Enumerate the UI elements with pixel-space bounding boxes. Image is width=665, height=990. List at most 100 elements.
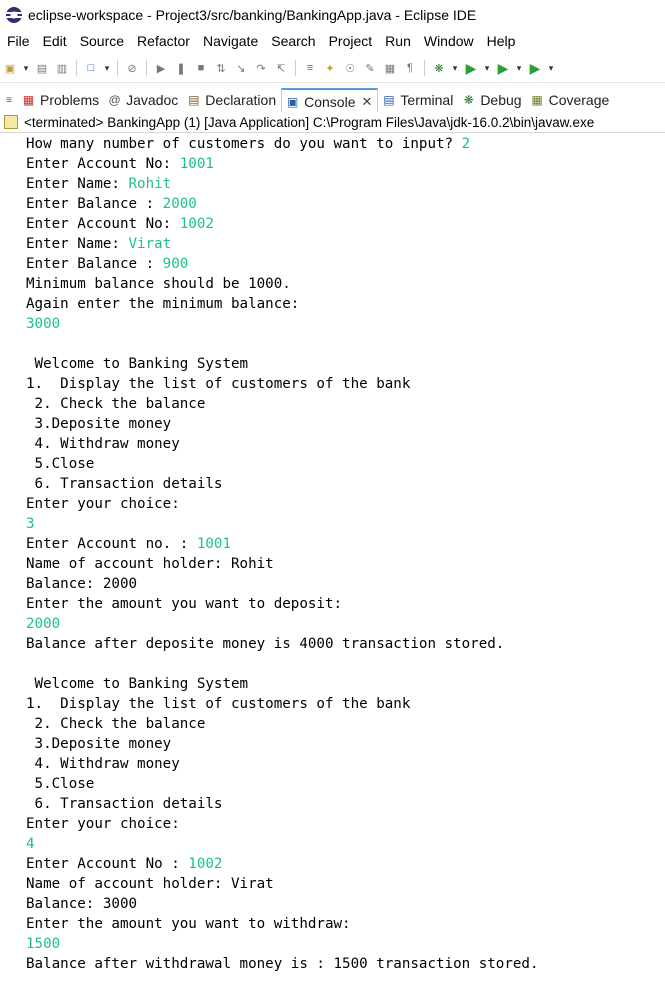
toolbar-separator bbox=[76, 60, 77, 76]
coverage-run-icon[interactable]: ▶ bbox=[495, 60, 511, 76]
console-line: Balance: 3000 bbox=[26, 894, 665, 914]
menu-help[interactable]: Help bbox=[480, 33, 522, 49]
console-input-text: Rohit bbox=[128, 176, 172, 192]
search-icon[interactable]: ☉ bbox=[342, 60, 358, 76]
console-output-text: 6. Transaction details bbox=[26, 796, 223, 812]
terminal-icon: ▤ bbox=[383, 93, 395, 107]
disconnect-icon[interactable]: ⇅ bbox=[213, 60, 229, 76]
menu-navigate[interactable]: Navigate bbox=[196, 33, 264, 49]
show-whitespace-icon[interactable]: ¶ bbox=[402, 60, 418, 76]
step-over-icon[interactable]: ↷ bbox=[253, 60, 269, 76]
tab-label: Terminal bbox=[400, 92, 454, 108]
console-line: Enter Balance : 2000 bbox=[26, 194, 665, 214]
console-icon: ▣ bbox=[286, 94, 299, 109]
new-dropdown-icon[interactable]: ▾ bbox=[22, 60, 30, 76]
menu-refactor[interactable]: Refactor bbox=[130, 33, 196, 49]
tab-javadoc[interactable]: @ Javadoc bbox=[104, 88, 183, 112]
tab-label: Debug bbox=[480, 92, 522, 108]
menu-bar: File Edit Source Refactor Navigate Searc… bbox=[0, 30, 665, 52]
console-line: 3.Deposite money bbox=[26, 734, 665, 754]
menu-project[interactable]: Project bbox=[322, 33, 379, 49]
console-line: 3 bbox=[26, 514, 665, 534]
console-output-text: 5.Close bbox=[26, 776, 95, 792]
console-output-text: Welcome to Banking System bbox=[26, 676, 249, 692]
coverage-dropdown-icon[interactable]: ▾ bbox=[515, 60, 523, 76]
view-menu-icon[interactable]: ≡ bbox=[0, 88, 18, 112]
terminal-toolbar-icon[interactable]: □ bbox=[83, 60, 99, 76]
console-output-text: Balance: 3000 bbox=[26, 896, 138, 912]
console-line: Again enter the minimum balance: bbox=[26, 294, 665, 314]
console-line: Balance: 2000 bbox=[26, 574, 665, 594]
terminal-dropdown-icon[interactable]: ▾ bbox=[103, 60, 111, 76]
console-output-text: Enter Account No: bbox=[26, 216, 180, 232]
open-task-icon[interactable]: ✦ bbox=[322, 60, 338, 76]
step-return-icon[interactable]: ↸ bbox=[273, 60, 289, 76]
annotation-icon[interactable]: ▦ bbox=[382, 60, 398, 76]
console-line: 1. Display the list of customers of the … bbox=[26, 694, 665, 714]
run-icon[interactable]: ▶ bbox=[463, 60, 479, 76]
console-line: 3.Deposite money bbox=[26, 414, 665, 434]
menu-window[interactable]: Window bbox=[417, 33, 480, 49]
console-input-text: 2000 bbox=[26, 616, 61, 632]
console-line: Enter Account no. : 1001 bbox=[26, 534, 665, 554]
debug-dropdown-icon[interactable]: ▾ bbox=[451, 60, 459, 76]
console-line: Enter your choice: bbox=[26, 494, 665, 514]
menu-edit[interactable]: Edit bbox=[36, 33, 73, 49]
console-line: 4 bbox=[26, 834, 665, 854]
console-input-text: 1001 bbox=[179, 156, 214, 172]
console-output-text: Balance after withdrawal money is : 1500… bbox=[26, 956, 539, 972]
console-output-text: Minimum balance should be 1000. bbox=[26, 276, 291, 292]
console-output-text: 5.Close bbox=[26, 456, 95, 472]
run-dropdown-icon[interactable]: ▾ bbox=[483, 60, 491, 76]
debug-icon[interactable]: ❋ bbox=[431, 60, 447, 76]
console-input-text: 2000 bbox=[162, 196, 197, 212]
console-input-text: 900 bbox=[162, 256, 189, 272]
console-line: Enter your choice: bbox=[26, 814, 665, 834]
external-tools-dropdown-icon[interactable]: ▾ bbox=[547, 60, 555, 76]
console-line: 2000 bbox=[26, 614, 665, 634]
save-icon[interactable]: ▤ bbox=[34, 60, 50, 76]
menu-search[interactable]: Search bbox=[264, 33, 321, 49]
toolbar-separator bbox=[424, 60, 425, 76]
edit-icon[interactable]: ✎ bbox=[362, 60, 378, 76]
tab-coverage[interactable]: ▦ Coverage bbox=[527, 88, 615, 112]
console-output-text: Enter Balance : bbox=[26, 256, 163, 272]
console-output-text: Enter Account No : bbox=[26, 856, 189, 872]
tab-label: Console bbox=[304, 93, 356, 110]
tab-console[interactable]: ▣ Console ✕ bbox=[281, 88, 379, 113]
suspend-icon[interactable]: ❚ bbox=[173, 60, 189, 76]
tab-debug[interactable]: ❋ Debug bbox=[458, 88, 526, 112]
terminate-icon[interactable]: ■ bbox=[193, 60, 209, 76]
console-output[interactable]: How many number of customers do you want… bbox=[26, 134, 665, 974]
console-line: Enter the amount you want to withdraw: bbox=[26, 914, 665, 934]
console-line: Minimum balance should be 1000. bbox=[26, 274, 665, 294]
console-line: Name of account holder: Virat bbox=[26, 874, 665, 894]
resume-icon[interactable]: ▶ bbox=[153, 60, 169, 76]
console-output-text: Balance: 2000 bbox=[26, 576, 138, 592]
console-output-text: 3.Deposite money bbox=[26, 736, 172, 752]
problems-icon: ▦ bbox=[22, 93, 35, 107]
console-line: How many number of customers do you want… bbox=[26, 134, 665, 154]
tab-problems[interactable]: ▦ Problems bbox=[18, 88, 104, 112]
close-icon[interactable]: ✕ bbox=[362, 94, 373, 110]
step-into-icon[interactable]: ↘ bbox=[233, 60, 249, 76]
console-output-text: Enter your choice: bbox=[26, 816, 180, 832]
console-output-text: Enter Name: bbox=[26, 236, 129, 252]
save-all-icon[interactable]: ▥ bbox=[54, 60, 70, 76]
menu-source[interactable]: Source bbox=[73, 33, 130, 49]
menu-run[interactable]: Run bbox=[378, 33, 417, 49]
console-output-text: 2. Check the balance bbox=[26, 396, 206, 412]
external-tools-icon[interactable]: ▶ bbox=[527, 60, 543, 76]
tab-declaration[interactable]: ▤ Declaration bbox=[183, 88, 281, 112]
console-line: Name of account holder: Rohit bbox=[26, 554, 665, 574]
new-icon[interactable]: ▣ bbox=[2, 60, 18, 76]
console-input-text: 3 bbox=[26, 516, 35, 532]
console-input-text: 1001 bbox=[196, 536, 232, 552]
console-status-line: <terminated> BankingApp (1) [Java Applic… bbox=[0, 112, 665, 133]
console-line: Enter Account No : 1002 bbox=[26, 854, 665, 874]
console-output-text: 4. Withdraw money bbox=[26, 756, 180, 772]
tab-terminal[interactable]: ▤ Terminal bbox=[378, 88, 458, 112]
menu-file[interactable]: File bbox=[0, 33, 36, 49]
skip-breakpoints-icon[interactable]: ⊘ bbox=[124, 60, 140, 76]
open-type-icon[interactable]: ≡ bbox=[302, 60, 318, 76]
